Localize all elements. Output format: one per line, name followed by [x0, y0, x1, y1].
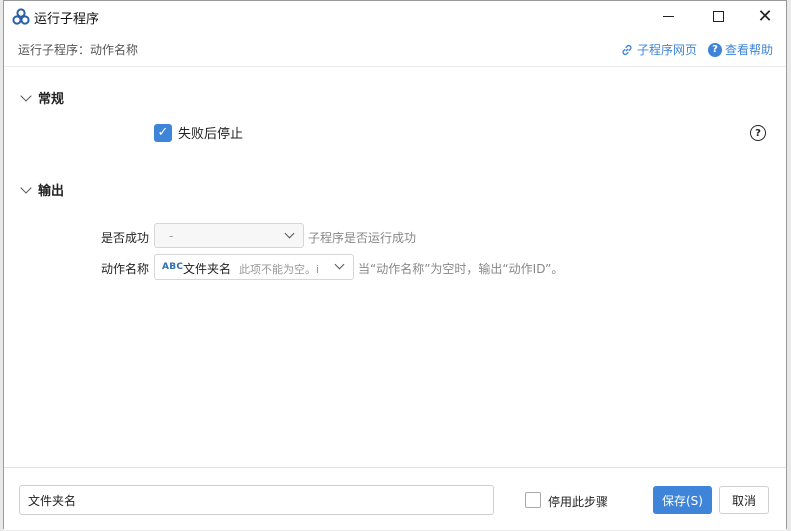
window-title: 运行子程序 [34, 12, 100, 27]
maximize-icon [712, 11, 724, 22]
action-name-select[interactable]: ABC 文件夹名 此项不能为空。i [154, 254, 354, 280]
question-icon[interactable]: ? [750, 125, 766, 141]
dialog-header: 运行子程序：动作名称 子程序网页 ? 查看帮助 [4, 33, 786, 67]
cancel-button[interactable]: 取消 [719, 486, 769, 514]
view-help-label: 查看帮助 [725, 43, 774, 57]
section-general-title: 常规 [38, 92, 65, 107]
action-name-hint: 当“动作名称”为空时，输出“动作ID”。 [358, 262, 564, 276]
stop-on-failure-option[interactable]: ✓ 失败后停止 [154, 123, 243, 142]
success-select[interactable]: - [154, 223, 304, 248]
view-help-link[interactable]: ? 查看帮助 [708, 41, 773, 58]
action-name-field-label: 动作名称 [101, 262, 150, 276]
maximize-button[interactable] [696, 1, 740, 32]
stop-on-failure-checkbox[interactable]: ✓ [154, 123, 172, 142]
link-icon [622, 44, 632, 55]
action-name-placeholder: 此项不能为空。i [239, 263, 320, 276]
section-output-title: 输出 [38, 184, 65, 199]
success-select-value: - [169, 229, 174, 243]
subprogram-page-link[interactable]: 子程序网页 [620, 41, 697, 58]
subprogram-page-label: 子程序网页 [637, 43, 698, 57]
action-name-variable: 文件夹名 [183, 262, 232, 276]
help-icon: ? [708, 42, 722, 57]
success-hint: 子程序是否运行成功 [308, 231, 417, 245]
close-button[interactable]: ✕ [743, 1, 787, 32]
save-button[interactable]: 保存(S) [653, 486, 712, 514]
close-icon: ✕ [757, 5, 773, 27]
dialog-subtitle: 运行子程序：动作名称 [18, 43, 139, 57]
dialog-footer: 停用此步骤 保存(S) 取消 [4, 467, 786, 530]
stop-on-failure-label: 失败后停止 [178, 127, 244, 142]
disable-step-label[interactable]: 停用此步骤 [548, 493, 608, 510]
app-logo-icon [12, 8, 30, 25]
chevron-down-icon [20, 89, 32, 102]
section-output-header[interactable]: 输出 [20, 180, 65, 199]
step-name-input[interactable] [19, 485, 494, 515]
success-field-label: 是否成功 [101, 231, 150, 245]
chevron-down-icon [284, 228, 295, 239]
title-bar: 运行子程序 ✕ [4, 1, 786, 32]
text-type-icon: ABC [162, 262, 184, 272]
chevron-down-icon [20, 181, 32, 194]
minimize-button[interactable] [646, 1, 690, 32]
minimize-icon [662, 16, 674, 17]
chevron-down-icon [334, 259, 345, 270]
section-general-header[interactable]: 常规 [20, 88, 65, 107]
dialog-window: 运行子程序 ✕ 运行子程序：动作名称 子程序网页 ? 查看帮助 常规 ✓ 失败后… [3, 0, 787, 530]
disable-step-checkbox[interactable] [525, 492, 541, 508]
